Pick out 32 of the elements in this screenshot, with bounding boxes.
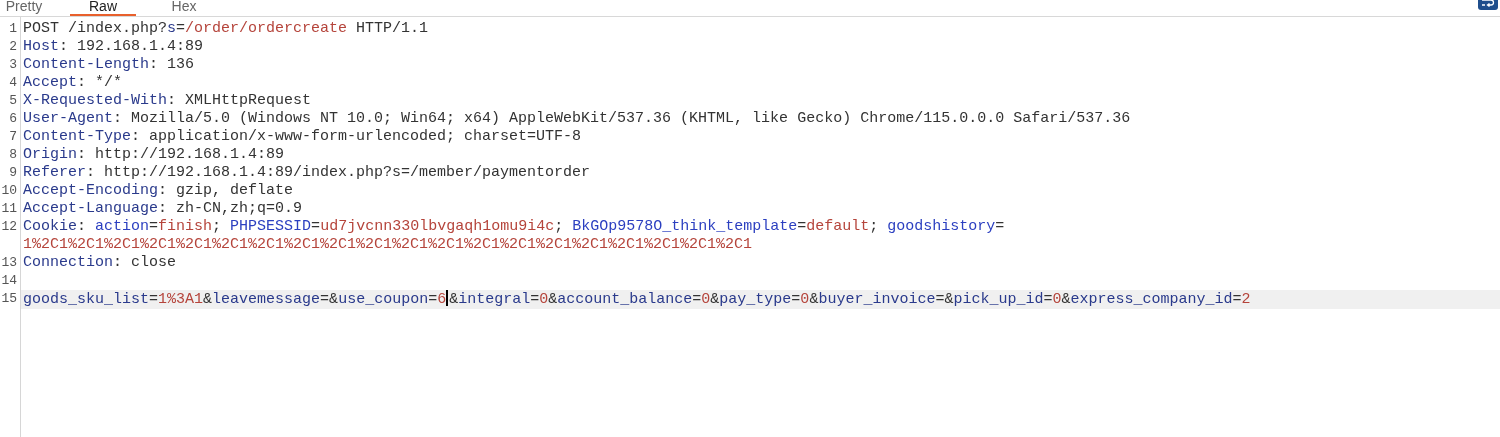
code-line: goods_sku_list=1%3A1&leavemessage=&use_coupon=6 &integral=0&account_balance=0&pay_type=0&buyer_invoice=&pick_up_id=0&express_company_id=2 <box>23 290 1251 309</box>
line-number: 15 <box>0 290 18 308</box>
line-number: 9 <box>8 164 18 182</box>
tab[interactable]: Hex <box>154 0 214 16</box>
line-number: 1 <box>8 20 18 38</box>
code-line: Accept-Language: zh-CN,zh;q=0.9 <box>23 200 303 218</box>
code-line: Content-Type: application/x-www-form-urlencoded; charset=UTF-8 <box>23 128 582 146</box>
tab[interactable]: Pretty <box>0 0 48 16</box>
line-number: 12 <box>0 218 18 236</box>
word-wrap-icon[interactable] <box>1478 0 1498 10</box>
line-number: 10 <box>0 182 18 200</box>
line-number: 13 <box>0 254 18 272</box>
code-line: Accept: */* <box>23 74 123 92</box>
code-line: Cookie: action=finish; PHPSESSID=ud7jvcnn330lbvgaqh1omu9i4c; BkGOp9578O_think_template=default; goodshistory= 1%2C1%2C1%2C1%2C1%2C1%2C1%2C1%2C1%2C1%2C1%2C1%2C1%2C1%2C1%2C1%2C1%2C1%2C1%2C1%2C1 <box>23 218 1005 254</box>
line-number: 3 <box>8 56 18 74</box>
code-line: Referer: http://192.168.1.4:89/index.php?s=/member/paymentorder <box>23 164 591 182</box>
code-line: POST /index.php?s=/order/ordercreate HTTP/1.1 <box>23 20 429 38</box>
line-number: 8 <box>8 146 18 164</box>
line-number: 7 <box>8 128 18 146</box>
code-line: Connection: close <box>23 254 177 272</box>
line-number: 14 <box>0 272 18 290</box>
code-line: User-Agent: Mozilla/5.0 (Windows NT 10.0; Win64; x64) AppleWebKit/537.36 (KHTML, like Gecko) Chrome/115.0.0.0 Safari/537.36 <box>23 110 1131 128</box>
code-line: Content-Length: 136 <box>23 56 195 74</box>
line-number: 6 <box>8 110 18 128</box>
code-line: Host: 192.168.1.4:89 <box>23 38 204 56</box>
line-number: 4 <box>8 74 18 92</box>
code-line: Origin: http://192.168.1.4:89 <box>23 146 285 164</box>
code-line: Accept-Encoding: gzip, deflate <box>23 182 294 200</box>
line-number: 5 <box>8 92 18 110</box>
code-line: X-Requested-With: XMLHttpRequest <box>23 92 312 110</box>
line-number: 2 <box>8 38 18 56</box>
line-number: 11 <box>0 200 18 218</box>
